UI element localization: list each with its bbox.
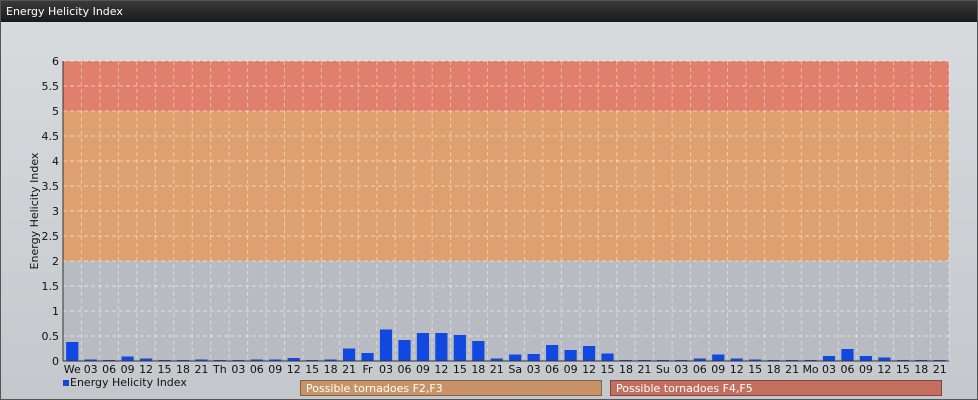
- x-tick-label: 06: [693, 363, 707, 376]
- series-swatch: [63, 380, 69, 386]
- x-tick-label: 09: [564, 363, 578, 376]
- bar-19: [416, 333, 430, 361]
- x-tick-label: 06: [840, 363, 854, 376]
- x-tick-label: 03: [527, 363, 541, 376]
- x-tick-label: 15: [748, 363, 762, 376]
- x-tick-label: 12: [582, 363, 596, 376]
- x-tick-label: 18: [324, 363, 338, 376]
- y-tick-label: 6: [52, 55, 59, 68]
- series-legend: Energy Helicity Index: [63, 375, 187, 391]
- bar-17: [379, 329, 393, 361]
- x-tick-label: 21: [785, 363, 799, 376]
- y-tick-label: 0: [52, 355, 59, 368]
- x-tick-label: 21: [194, 363, 208, 376]
- x-tick-label: 03: [674, 363, 688, 376]
- x-tick-label: 21: [637, 363, 651, 376]
- y-tick-label: 5.5: [42, 80, 60, 93]
- bar-41: [822, 356, 836, 361]
- x-tick-label: Mo: [802, 363, 818, 376]
- bar-26: [546, 345, 559, 361]
- legend-f4-f5: Possible tornadoes F4,F5: [610, 380, 942, 396]
- y-tick-label: 3: [52, 205, 59, 218]
- x-tick-label: 18: [619, 363, 633, 376]
- x-tick-label: 12: [287, 363, 301, 376]
- bar-28: [582, 346, 596, 361]
- bar-25: [527, 354, 540, 361]
- x-tick-label: 03: [379, 363, 393, 376]
- x-tick-label: 06: [250, 363, 264, 376]
- y-tick-label: 1.5: [42, 280, 60, 293]
- y-tick-label: 1: [52, 305, 59, 318]
- x-tick-label: 03: [231, 363, 245, 376]
- y-tick-label: 5: [52, 105, 59, 118]
- bar-35: [712, 354, 725, 361]
- x-tick-label: 12: [877, 363, 891, 376]
- y-tick-label: 4: [52, 155, 59, 168]
- x-tick-label: 15: [601, 363, 615, 376]
- x-tick-label: 18: [471, 363, 485, 376]
- x-tick-label: Sa: [508, 363, 522, 376]
- x-tick-label: 06: [397, 363, 411, 376]
- x-tick-label: 15: [896, 363, 910, 376]
- bar-27: [564, 350, 577, 361]
- bar-20: [435, 333, 448, 361]
- bar-18: [398, 340, 411, 361]
- x-tick-label: 18: [767, 363, 781, 376]
- bar-0: [66, 342, 79, 361]
- x-tick-label: Su: [656, 363, 670, 376]
- bar-22: [472, 341, 485, 361]
- y-tick-label: 2.5: [42, 230, 60, 243]
- y-tick-label: 0.5: [42, 330, 60, 343]
- y-tick-label: 4.5: [42, 130, 60, 143]
- y-tick-label: 3.5: [42, 180, 60, 193]
- x-tick-label: 21: [490, 363, 504, 376]
- x-tick-label: 18: [914, 363, 928, 376]
- bar-24: [509, 354, 522, 361]
- bar-43: [859, 356, 873, 361]
- bar-44: [878, 357, 891, 361]
- x-tick-label: 21: [933, 363, 947, 376]
- bar-29: [601, 353, 614, 361]
- window-title: Energy Helicity Index: [1, 1, 977, 22]
- y-tick-label: 2: [52, 255, 59, 268]
- x-tick-label: 09: [268, 363, 282, 376]
- y-axis-label: Energy Helicity Index: [28, 152, 41, 269]
- x-tick-label: Fr: [363, 363, 374, 376]
- x-tick-label: 06: [545, 363, 559, 376]
- bar-15: [343, 348, 356, 361]
- x-tick-label: 15: [305, 363, 319, 376]
- bar-21: [453, 335, 466, 361]
- x-tick-label: 09: [859, 363, 873, 376]
- x-tick-label: 15: [453, 363, 467, 376]
- bar-3: [121, 356, 134, 361]
- legend-f2-f3: Possible tornadoes F2,F3: [300, 380, 602, 396]
- x-tick-label: 09: [416, 363, 430, 376]
- x-tick-label: 03: [822, 363, 836, 376]
- x-tick-label: Th: [212, 363, 227, 376]
- x-tick-label: 12: [434, 363, 448, 376]
- x-tick-label: 21: [342, 363, 356, 376]
- series-legend-label: Energy Helicity Index: [70, 376, 187, 389]
- x-tick-label: 09: [711, 363, 725, 376]
- chart-window: 0 0.5 1 1.5 2 2.5 3 3.5 4 4.5 5 5.5 6 We 03 06 09 12 15 18 2…: [0, 0, 978, 400]
- bar-42: [841, 349, 854, 361]
- x-tick-label: 12: [730, 363, 744, 376]
- chart-plot: 00.511.522.533.544.555.56We 03 06 09 12 15 18 2…: [28, 55, 950, 376]
- bar-16: [361, 353, 374, 361]
